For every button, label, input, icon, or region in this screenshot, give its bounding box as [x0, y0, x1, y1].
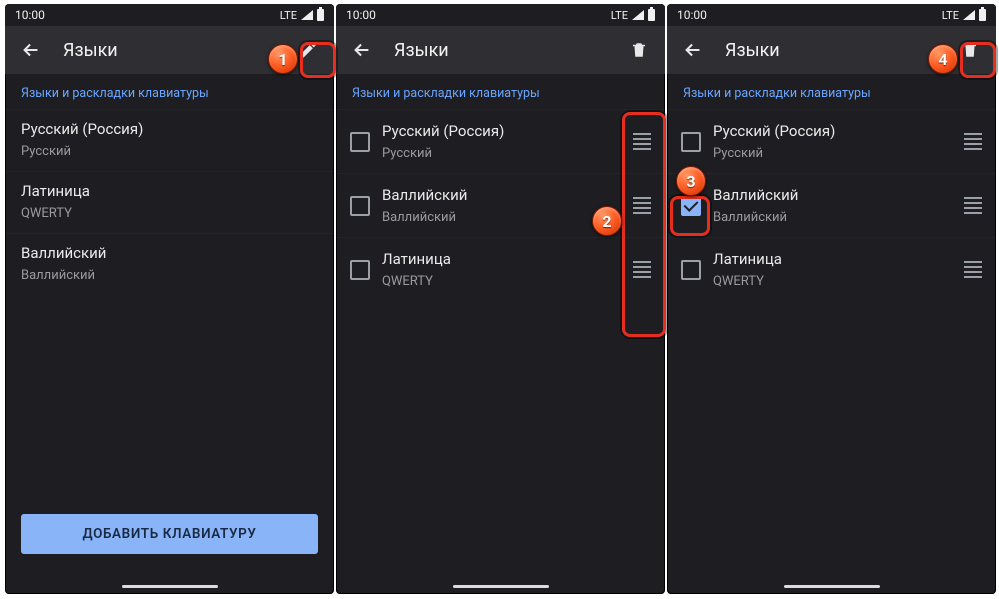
language-row[interactable]: Русский (Россия) Русский: [5, 109, 334, 171]
language-checkbox[interactable]: [350, 196, 370, 216]
drag-handle-icon[interactable]: [962, 261, 984, 278]
language-title: Русский (Россия): [713, 122, 950, 140]
language-sub: Валлийский: [382, 210, 619, 225]
language-edit-row: Русский (Россия) Русский: [667, 109, 996, 173]
battery-icon: [979, 9, 986, 21]
appbar-title: Языки: [394, 40, 607, 61]
drag-handle-icon[interactable]: [631, 261, 653, 278]
status-net: LTE: [942, 9, 959, 22]
status-right: LTE: [942, 9, 986, 22]
status-right: LTE: [280, 9, 324, 22]
language-sub: Русский: [382, 146, 619, 161]
language-edit-row: Валлийский Валлийский: [667, 173, 996, 237]
annotation-badge-2: 2: [592, 206, 622, 236]
language-title: Валлийский: [21, 244, 318, 262]
language-row[interactable]: Латиница QWERTY: [5, 171, 334, 233]
delete-button[interactable]: [621, 32, 657, 68]
status-time: 10:00: [346, 8, 376, 22]
language-title: Русский (Россия): [382, 122, 619, 140]
language-checkbox[interactable]: [681, 196, 701, 216]
drag-handle-icon[interactable]: [631, 197, 653, 214]
annotation-badge-1: 1: [268, 44, 298, 74]
signal-icon: [963, 10, 975, 20]
language-title: Русский (Россия): [21, 120, 318, 138]
language-checkbox[interactable]: [681, 260, 701, 280]
language-sub: Русский: [713, 146, 950, 161]
language-sub: Валлийский: [713, 210, 950, 225]
language-checkbox[interactable]: [350, 132, 370, 152]
language-checkbox[interactable]: [681, 132, 701, 152]
back-button[interactable]: [344, 32, 380, 68]
language-title: Латиница: [382, 250, 619, 268]
status-net: LTE: [280, 9, 297, 22]
language-sub: QWERTY: [21, 206, 318, 221]
drag-handle-icon[interactable]: [962, 197, 984, 214]
status-time: 10:00: [15, 8, 45, 22]
language-sub: QWERTY: [713, 274, 950, 289]
drag-handle-icon[interactable]: [962, 133, 984, 150]
appbar-title: Языки: [725, 40, 938, 61]
language-edit-row: Латиница QWERTY: [336, 237, 665, 301]
language-sub: QWERTY: [382, 274, 619, 289]
status-bar: 10:00 LTE: [336, 4, 665, 26]
add-keyboard-button[interactable]: ДОБАВИТЬ КЛАВИАТУРУ: [21, 514, 318, 554]
back-button[interactable]: [675, 32, 711, 68]
status-net: LTE: [611, 9, 628, 22]
language-row[interactable]: Валлийский Валлийский: [5, 233, 334, 295]
section-label: Языки и раскладки клавиатуры: [336, 74, 665, 109]
language-title: Валлийский: [382, 186, 619, 204]
language-title: Латиница: [713, 250, 950, 268]
language-edit-row: Русский (Россия) Русский: [336, 109, 665, 173]
signal-icon: [632, 10, 644, 20]
section-label: Языки и раскладки клавиатуры: [667, 74, 996, 109]
status-right: LTE: [611, 9, 655, 22]
status-bar: 10:00 LTE: [667, 4, 996, 26]
language-checkbox[interactable]: [350, 260, 370, 280]
section-label: Языки и раскладки клавиатуры: [5, 74, 334, 109]
status-bar: 10:00 LTE: [5, 4, 334, 26]
annotation-badge-4: 4: [928, 44, 958, 74]
back-button[interactable]: [13, 32, 49, 68]
language-edit-row: Латиница QWERTY: [667, 237, 996, 301]
battery-icon: [317, 9, 324, 21]
app-bar: Языки: [336, 26, 665, 74]
battery-icon: [648, 9, 655, 21]
language-sub: Валлийский: [21, 268, 318, 283]
home-indicator[interactable]: [784, 585, 880, 588]
appbar-title: Языки: [63, 40, 276, 61]
language-sub: Русский: [21, 144, 318, 159]
screen-1: 10:00 LTE Языки Языки и раскладки клавиа…: [5, 4, 334, 594]
home-indicator[interactable]: [453, 585, 549, 588]
signal-icon: [301, 10, 313, 20]
home-indicator[interactable]: [122, 585, 218, 588]
status-time: 10:00: [677, 8, 707, 22]
screen-3: 10:00 LTE Языки Языки и раскладки клавиа…: [667, 4, 996, 594]
language-title: Латиница: [21, 182, 318, 200]
language-title: Валлийский: [713, 186, 950, 204]
screen-2: 10:00 LTE Языки Языки и раскладки клавиа…: [336, 4, 665, 594]
annotation-badge-3: 3: [676, 166, 706, 196]
drag-handle-icon[interactable]: [631, 133, 653, 150]
